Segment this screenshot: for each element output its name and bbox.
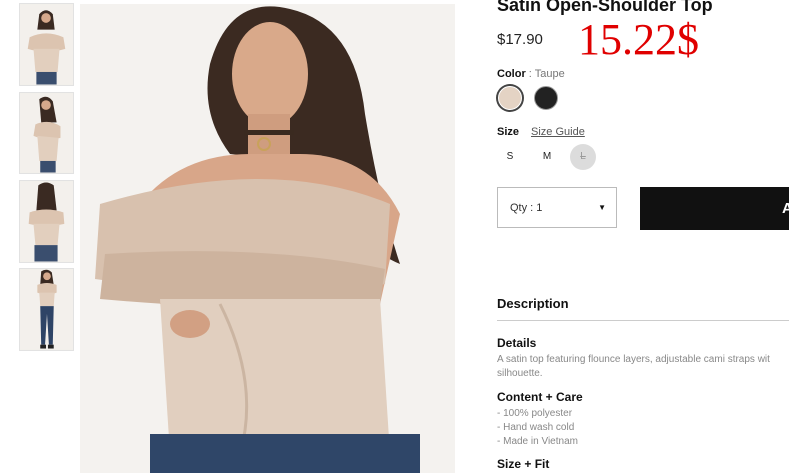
add-to-bag-button[interactable]: A xyxy=(640,187,789,230)
thumbnail-4[interactable] xyxy=(19,268,74,351)
thumbnail-1[interactable] xyxy=(19,3,74,86)
chevron-down-icon: ▼ xyxy=(598,203,606,212)
color-separator: : xyxy=(525,68,535,80)
description-heading[interactable]: Description xyxy=(497,296,569,311)
size-option-m[interactable]: M xyxy=(534,144,560,170)
thumbnail-2[interactable] xyxy=(19,92,74,174)
product-title: Satin Open-Shoulder Top xyxy=(497,0,713,15)
color-swatch-black[interactable] xyxy=(534,86,558,110)
thumbnail-3[interactable] xyxy=(19,180,74,263)
content-line-1: - 100% polyester xyxy=(497,408,573,419)
size-option-l[interactable]: L xyxy=(570,144,596,170)
thumbnail-4-image xyxy=(20,269,73,350)
selected-color: Taupe xyxy=(534,68,565,80)
size-label-row: Size xyxy=(497,126,519,138)
main-product-image[interactable] xyxy=(80,4,455,473)
description-divider xyxy=(497,320,789,321)
size-label: Size xyxy=(497,126,520,138)
color-selector-label: Color : Taupe xyxy=(497,68,565,80)
price-annotation: 15.22$ xyxy=(578,15,699,64)
color-swatch-taupe[interactable] xyxy=(498,86,522,110)
thumbnail-1-image xyxy=(20,4,73,85)
quantity-select[interactable]: Qty : 1 ▼ xyxy=(497,187,617,228)
details-line-2: silhouette. xyxy=(497,368,543,379)
details-line-1: A satin top featuring flounce layers, ad… xyxy=(497,354,770,365)
size-guide-link[interactable]: Size Guide xyxy=(531,126,585,138)
color-label: Color xyxy=(497,68,526,80)
content-line-3: - Made in Vietnam xyxy=(497,436,578,447)
details-heading: Details xyxy=(497,336,537,350)
main-product-photo xyxy=(80,4,455,473)
size-option-s[interactable]: S xyxy=(497,144,523,170)
thumbnail-3-image xyxy=(20,181,73,262)
thumbnail-2-image xyxy=(20,93,73,173)
content-care-heading: Content + Care xyxy=(497,390,583,404)
content-line-2: - Hand wash cold xyxy=(497,422,575,433)
quantity-value: Qty : 1 xyxy=(510,202,543,214)
size-fit-heading: Size + Fit xyxy=(497,457,550,471)
product-price: $17.90 xyxy=(497,31,543,48)
